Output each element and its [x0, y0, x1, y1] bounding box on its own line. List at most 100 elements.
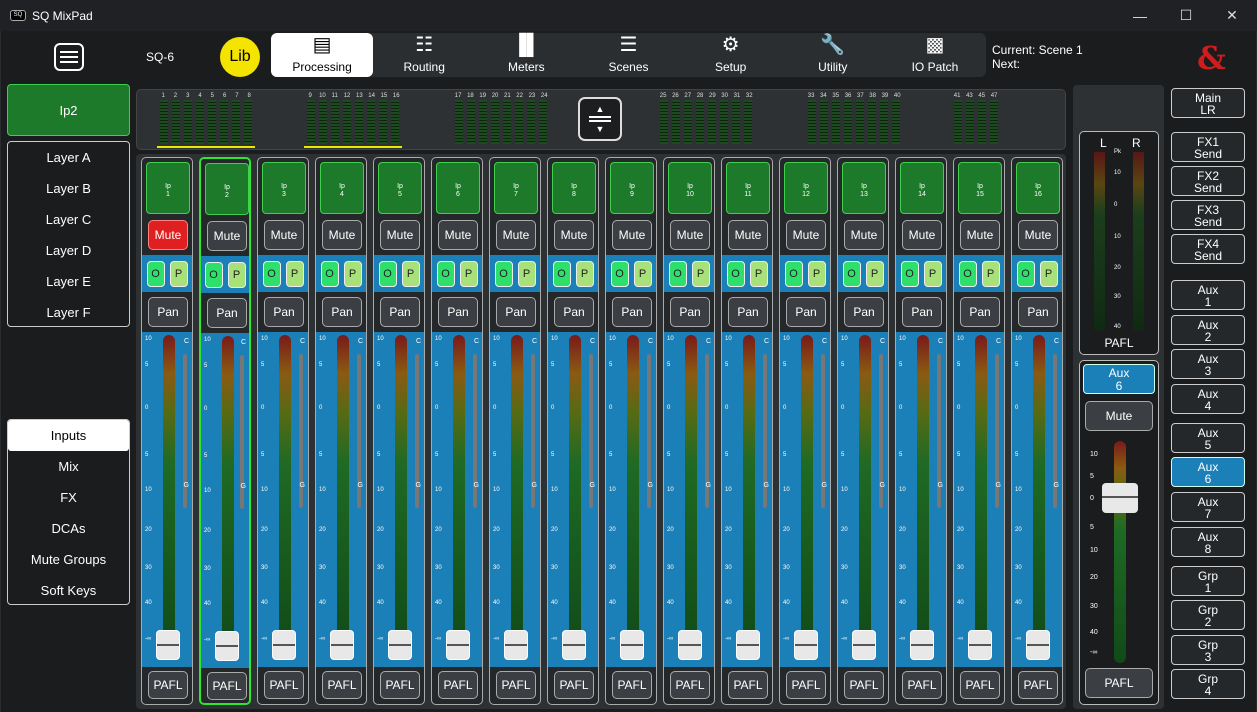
- hamburger-menu-icon[interactable]: [54, 43, 84, 71]
- p-button[interactable]: P: [807, 260, 826, 287]
- o-button[interactable]: O: [726, 260, 745, 287]
- p-button[interactable]: P: [865, 260, 884, 287]
- pan-button[interactable]: Pan: [207, 298, 247, 328]
- mix-select-aux-1[interactable]: Aux 1: [1171, 280, 1245, 310]
- mute-button[interactable]: Mute: [554, 220, 594, 250]
- strip-type-soft-keys[interactable]: Soft Keys: [8, 575, 129, 606]
- mix-select-aux-6[interactable]: Aux 6: [1171, 457, 1245, 487]
- p-button[interactable]: P: [981, 260, 1000, 287]
- pan-button[interactable]: Pan: [496, 297, 536, 327]
- pafl-button[interactable]: PAFL: [670, 671, 710, 699]
- fader-knob[interactable]: [852, 630, 876, 660]
- p-button[interactable]: P: [343, 260, 362, 287]
- mute-button[interactable]: Mute: [902, 220, 942, 250]
- o-button[interactable]: O: [900, 260, 919, 287]
- layer-b-button[interactable]: Layer B: [8, 173, 129, 204]
- pafl-button[interactable]: PAFL: [554, 671, 594, 699]
- channel-name-button[interactable]: Ip 5: [378, 162, 422, 214]
- o-button[interactable]: O: [262, 260, 281, 287]
- p-button[interactable]: P: [923, 260, 942, 287]
- o-button[interactable]: O: [668, 260, 687, 287]
- pan-button[interactable]: Pan: [554, 297, 594, 327]
- mix-select-main-lr[interactable]: Main LR: [1171, 88, 1245, 118]
- p-button[interactable]: P: [691, 260, 710, 287]
- mix-select-aux-5[interactable]: Aux 5: [1171, 423, 1245, 453]
- channel-name-button[interactable]: Ip 16: [1016, 162, 1060, 214]
- fader-knob[interactable]: [562, 630, 586, 660]
- pafl-button[interactable]: PAFL: [612, 671, 652, 699]
- mute-button[interactable]: Mute: [960, 220, 1000, 250]
- tab-io-patch[interactable]: ▩ IO Patch: [884, 33, 986, 77]
- pan-button[interactable]: Pan: [322, 297, 362, 327]
- fader-knob[interactable]: [968, 630, 992, 660]
- o-button[interactable]: O: [842, 260, 861, 287]
- mix-select-aux-4[interactable]: Aux 4: [1171, 384, 1245, 414]
- channel-name-button[interactable]: Ip 9: [610, 162, 654, 214]
- layer-c-button[interactable]: Layer C: [8, 204, 129, 235]
- o-button[interactable]: O: [320, 260, 339, 287]
- pafl-button[interactable]: PAFL: [264, 671, 304, 699]
- pan-button[interactable]: Pan: [1018, 297, 1058, 327]
- tab-routing[interactable]: ☷ Routing: [373, 33, 475, 77]
- channel-name-button[interactable]: Ip 2: [205, 163, 249, 215]
- layer-f-button[interactable]: Layer F: [8, 297, 129, 328]
- strip-type-dcas[interactable]: DCAs: [8, 513, 129, 544]
- pafl-button[interactable]: PAFL: [902, 671, 942, 699]
- strip-type-mix[interactable]: Mix: [8, 451, 129, 482]
- fader-knob[interactable]: [620, 630, 644, 660]
- mute-button[interactable]: Mute: [728, 220, 768, 250]
- fader-knob[interactable]: [272, 630, 296, 660]
- o-button[interactable]: O: [378, 260, 397, 287]
- fader-knob[interactable]: [388, 630, 412, 660]
- channel-name-button[interactable]: Ip 15: [958, 162, 1002, 214]
- pafl-button[interactable]: PAFL: [786, 671, 826, 699]
- pan-button[interactable]: Pan: [148, 297, 188, 327]
- fader-knob[interactable]: [1026, 630, 1050, 660]
- mute-button[interactable]: Mute: [148, 220, 188, 250]
- pafl-button[interactable]: PAFL: [380, 671, 420, 699]
- fader-knob[interactable]: [156, 630, 180, 660]
- mute-button[interactable]: Mute: [1018, 220, 1058, 250]
- fader-knob[interactable]: [504, 630, 528, 660]
- layer-e-button[interactable]: Layer E: [8, 266, 129, 297]
- mute-button[interactable]: Mute: [438, 220, 478, 250]
- pafl-button[interactable]: PAFL: [148, 671, 188, 699]
- mix-select-aux-8[interactable]: Aux 8: [1171, 527, 1245, 557]
- channel-name-button[interactable]: Ip 1: [146, 162, 190, 214]
- o-button[interactable]: O: [146, 260, 165, 287]
- fader-knob[interactable]: [736, 630, 760, 660]
- p-button[interactable]: P: [575, 260, 594, 287]
- pan-button[interactable]: Pan: [438, 297, 478, 327]
- channel-name-button[interactable]: Ip 13: [842, 162, 886, 214]
- expand-meters-button[interactable]: ▲ ▼: [578, 97, 622, 141]
- selected-channel-button[interactable]: Ip2: [7, 84, 130, 136]
- p-button[interactable]: P: [285, 260, 304, 287]
- pafl-button[interactable]: PAFL: [207, 672, 247, 700]
- channel-name-button[interactable]: Ip 6: [436, 162, 480, 214]
- o-button[interactable]: O: [494, 260, 513, 287]
- mute-button[interactable]: Mute: [380, 220, 420, 250]
- pafl-button[interactable]: PAFL: [322, 671, 362, 699]
- strip-type-mute-groups[interactable]: Mute Groups: [8, 544, 129, 575]
- minimize-icon[interactable]: —: [1117, 0, 1163, 31]
- pan-button[interactable]: Pan: [902, 297, 942, 327]
- channel-name-button[interactable]: Ip 12: [784, 162, 828, 214]
- tab-meters[interactable]: ▐▌ Meters: [475, 33, 577, 77]
- mute-button[interactable]: Mute: [612, 220, 652, 250]
- mix-select-aux-3[interactable]: Aux 3: [1171, 349, 1245, 379]
- mix-select-grp-3[interactable]: Grp 3: [1171, 635, 1245, 665]
- mute-button[interactable]: Mute: [207, 221, 247, 251]
- fader-knob[interactable]: [215, 631, 239, 661]
- layer-a-button[interactable]: Layer A: [8, 142, 129, 173]
- pafl-button[interactable]: PAFL: [1018, 671, 1058, 699]
- mix-select-fx4-send[interactable]: FX4 Send: [1171, 234, 1245, 264]
- tab-utility[interactable]: 🔧 Utility: [782, 33, 884, 77]
- tab-processing[interactable]: ▤ Processing: [271, 33, 374, 77]
- close-icon[interactable]: ✕: [1209, 0, 1255, 31]
- pafl-button[interactable]: PAFL: [960, 671, 1000, 699]
- o-button[interactable]: O: [1016, 260, 1035, 287]
- o-button[interactable]: O: [552, 260, 571, 287]
- pan-button[interactable]: Pan: [612, 297, 652, 327]
- channel-name-button[interactable]: Ip 10: [668, 162, 712, 214]
- fader-knob[interactable]: [794, 630, 818, 660]
